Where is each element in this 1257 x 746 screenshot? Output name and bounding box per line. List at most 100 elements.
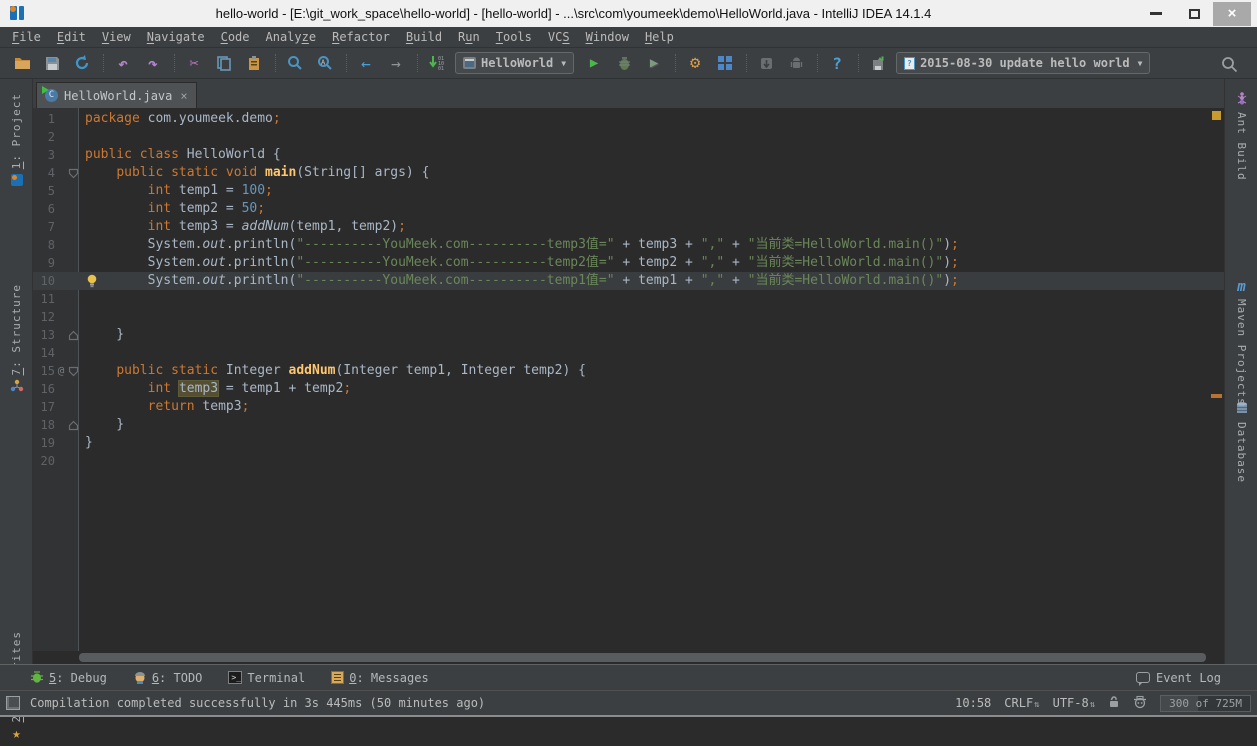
- menu-tools[interactable]: Tools: [488, 28, 540, 46]
- error-stripe-mark[interactable]: [1211, 394, 1222, 398]
- code-line-14[interactable]: 14: [33, 344, 1224, 362]
- line-number[interactable]: 12: [33, 308, 55, 326]
- menu-vcs[interactable]: VCS: [540, 28, 578, 46]
- fold-marker-icon[interactable]: [67, 362, 80, 380]
- code-line-16[interactable]: 16 int temp3 = temp1 + temp2;: [33, 380, 1224, 398]
- line-number[interactable]: 15: [33, 362, 55, 380]
- forward-icon[interactable]: →: [384, 52, 408, 74]
- tab-helloworld-java[interactable]: C HelloWorld.java ×: [36, 82, 197, 108]
- code-line-19[interactable]: 19}: [33, 434, 1224, 452]
- code-editor[interactable]: 1package com.youmeek.demo;23public class…: [33, 108, 1224, 664]
- line-number[interactable]: 19: [33, 434, 55, 452]
- replace-icon[interactable]: A: [313, 52, 337, 74]
- toolwindow-messages[interactable]: 0: Messages: [331, 671, 428, 685]
- menu-build[interactable]: Build: [398, 28, 450, 46]
- debug-icon[interactable]: [612, 52, 636, 74]
- code-line-5[interactable]: 5 int temp1 = 100;: [33, 182, 1224, 200]
- line-number[interactable]: 18: [33, 416, 55, 434]
- run-icon[interactable]: ▶: [582, 52, 606, 74]
- error-stripe-mark[interactable]: [1212, 111, 1221, 120]
- sidebar-item-database[interactable]: Database: [1225, 397, 1257, 483]
- code-line-3[interactable]: 3public class HelloWorld {: [33, 146, 1224, 164]
- line-number[interactable]: 2: [33, 128, 55, 146]
- menu-help[interactable]: Help: [637, 28, 682, 46]
- fold-marker-icon[interactable]: [67, 416, 80, 434]
- search-everywhere-icon[interactable]: [1217, 53, 1241, 75]
- line-number[interactable]: 5: [33, 182, 55, 200]
- code-line-10[interactable]: 10 System.out.println("----------YouMeek…: [33, 272, 1224, 290]
- toolwindow-todo[interactable]: 6: TODO: [133, 671, 203, 685]
- code-line-9[interactable]: 9 System.out.println("----------YouMeek.…: [33, 254, 1224, 272]
- line-number[interactable]: 16: [33, 380, 55, 398]
- sidebar-item-ant-build[interactable]: Ant Build: [1225, 87, 1257, 181]
- toolwindow-debug[interactable]: 5: Debug: [30, 671, 107, 685]
- code-line-8[interactable]: 8 System.out.println("----------YouMeek.…: [33, 236, 1224, 254]
- code-line-2[interactable]: 2: [33, 128, 1224, 146]
- hector-inspector-icon[interactable]: [1133, 695, 1147, 712]
- code-line-13[interactable]: 13 }: [33, 326, 1224, 344]
- fold-marker-icon[interactable]: [67, 326, 80, 344]
- sdk-manager-icon[interactable]: [754, 52, 778, 74]
- event-log-button[interactable]: Event Log: [1136, 671, 1221, 685]
- menu-refactor[interactable]: Refactor: [324, 28, 398, 46]
- cut-icon[interactable]: ✂: [182, 52, 206, 74]
- line-number[interactable]: 14: [33, 344, 55, 362]
- copy-icon[interactable]: [212, 52, 236, 74]
- lock-icon[interactable]: [1108, 695, 1120, 711]
- menu-run[interactable]: Run: [450, 28, 488, 46]
- code-line-20[interactable]: 20: [33, 452, 1224, 470]
- help-icon[interactable]: ?: [825, 52, 849, 74]
- code-line-7[interactable]: 7 int temp3 = addNum(temp1, temp2);: [33, 218, 1224, 236]
- update-project-icon[interactable]: 011001: [425, 52, 449, 74]
- horizontal-scrollbar-thumb[interactable]: [79, 653, 1206, 662]
- menu-edit[interactable]: Edit: [49, 28, 94, 46]
- code-line-11[interactable]: 11: [33, 290, 1224, 308]
- code-line-18[interactable]: 18 }: [33, 416, 1224, 434]
- back-icon[interactable]: ←: [354, 52, 378, 74]
- run-configuration-select[interactable]: HelloWorld ▼: [455, 52, 574, 74]
- run-with-coverage-icon[interactable]: ▶: [642, 52, 666, 74]
- menu-window[interactable]: Window: [578, 28, 637, 46]
- toolwindow-terminal[interactable]: >_ Terminal: [228, 671, 305, 685]
- open-icon[interactable]: [10, 52, 34, 74]
- line-number[interactable]: 7: [33, 218, 55, 236]
- sidebar-item-project[interactable]: 1: Project: [0, 93, 33, 194]
- synchronize-icon[interactable]: [70, 52, 94, 74]
- menu-code[interactable]: Code: [213, 28, 258, 46]
- line-number[interactable]: 11: [33, 290, 55, 308]
- maximize-button[interactable]: [1175, 2, 1213, 26]
- code-line-4[interactable]: 4 public static void main(String[] args)…: [33, 164, 1224, 182]
- save-icon[interactable]: [40, 52, 64, 74]
- code-line-12[interactable]: 12: [33, 308, 1224, 326]
- sidebar-item-structure[interactable]: 7: Structure: [0, 284, 33, 400]
- sync-android-icon[interactable]: [866, 52, 890, 74]
- code-line-17[interactable]: 17 return temp3;: [33, 398, 1224, 416]
- android-device-icon[interactable]: [784, 52, 808, 74]
- redo-icon[interactable]: ↷: [141, 52, 165, 74]
- encoding-select[interactable]: UTF-8⇅: [1053, 696, 1096, 710]
- line-number[interactable]: 1: [33, 110, 55, 128]
- close-tab-icon[interactable]: ×: [180, 89, 187, 103]
- sidebar-item-maven-projects[interactable]: m Maven Projects: [1225, 275, 1257, 406]
- horizontal-scrollbar[interactable]: [33, 651, 1224, 664]
- tool-window-switcher-icon[interactable]: [6, 696, 20, 710]
- code-line-6[interactable]: 6 int temp2 = 50;: [33, 200, 1224, 218]
- settings-icon[interactable]: ⚙: [683, 52, 707, 74]
- menu-navigate[interactable]: Navigate: [139, 28, 213, 46]
- project-structure-icon[interactable]: [713, 52, 737, 74]
- paste-icon[interactable]: [242, 52, 266, 74]
- vcs-changelist-select[interactable]: ? 2015-08-30 update hello world ▼: [896, 52, 1150, 74]
- fold-marker-icon[interactable]: [67, 164, 80, 182]
- memory-indicator[interactable]: 300 of 725M: [1160, 695, 1251, 712]
- menu-analyze[interactable]: Analyze: [258, 28, 325, 46]
- line-number[interactable]: 4: [33, 164, 55, 182]
- minimize-button[interactable]: [1137, 2, 1175, 26]
- close-button[interactable]: ×: [1213, 2, 1251, 26]
- line-number[interactable]: 8: [33, 236, 55, 254]
- line-number[interactable]: 9: [33, 254, 55, 272]
- code-line-1[interactable]: 1package com.youmeek.demo;: [33, 110, 1224, 128]
- annotation-gutter-icon[interactable]: @: [55, 362, 67, 380]
- line-ending-select[interactable]: CRLF⇅: [1004, 696, 1039, 710]
- line-number[interactable]: 20: [33, 452, 55, 470]
- menu-view[interactable]: View: [94, 28, 139, 46]
